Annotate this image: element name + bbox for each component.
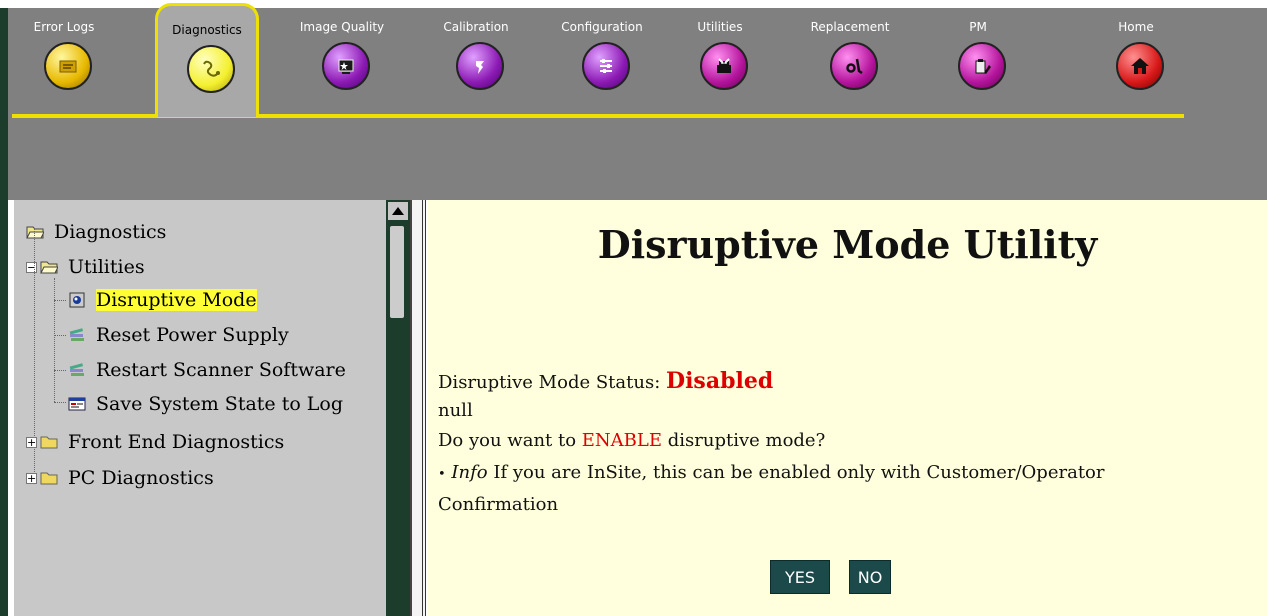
tree-guide (54, 402, 66, 403)
info-bullet: • (438, 467, 446, 482)
status-badge: Disabled (666, 368, 774, 394)
scroll-thumb[interactable] (390, 226, 404, 318)
open-folder-icon (26, 226, 44, 239)
tree-node-front-end-diagnostics[interactable]: + Front End Diagnostics (26, 428, 284, 456)
tree-item-save-system-state[interactable]: Save System State to Log (68, 390, 343, 418)
tab-configuration[interactable]: Configuration (550, 0, 654, 112)
image-quality-icon[interactable] (322, 42, 370, 90)
content-pane: Disruptive Mode Utility Disruptive Mode … (428, 200, 1267, 616)
calibration-icon[interactable] (456, 42, 504, 90)
status-line: Disruptive Mode Status: Disabled (438, 368, 773, 394)
tree-label: Reset Power Supply (96, 324, 289, 346)
yes-button[interactable]: YES (770, 560, 830, 594)
expand-icon[interactable]: + (26, 436, 37, 448)
tree-label: Front End Diagnostics (68, 431, 285, 453)
error-log-icon[interactable] (44, 42, 92, 90)
tree-item-restart-scanner-software[interactable]: Restart Scanner Software (68, 356, 346, 384)
tab-error-logs[interactable]: Error Logs (12, 0, 116, 112)
diagnostics-icon[interactable] (187, 45, 235, 93)
info-label: Info (451, 462, 488, 483)
tree-label: Restart Scanner Software (96, 359, 346, 381)
tab-label: Configuration (561, 20, 643, 34)
tree-node-pc-diagnostics[interactable]: + PC Diagnostics (26, 464, 214, 492)
tab-label: Error Logs (33, 20, 95, 34)
pm-icon[interactable] (958, 42, 1006, 90)
no-button[interactable]: NO (849, 560, 891, 594)
replacement-icon[interactable] (830, 42, 878, 90)
tree-guide (54, 278, 55, 402)
tree-guide (54, 335, 66, 336)
disruptive-mode-icon (69, 292, 85, 308)
home-icon[interactable] (1116, 42, 1164, 90)
tree-item-disruptive-mode[interactable]: Disruptive Mode (68, 286, 257, 314)
navigation-tree: Diagnostics − Utilities Disruptive Mode … (14, 200, 386, 616)
tab-label: Home (1118, 20, 1154, 34)
question-emphasis: ENABLE (581, 430, 663, 451)
tab-label: Replacement (810, 20, 890, 34)
tab-pm[interactable]: PM (926, 0, 1030, 112)
log-window-icon (68, 397, 86, 411)
books-icon (69, 363, 84, 376)
null-text: null (438, 400, 473, 421)
tab-label: Image Quality (299, 20, 385, 34)
folder-icon (40, 436, 58, 449)
tree-label: Save System State to Log (96, 393, 344, 415)
tree-scrollbar[interactable] (386, 200, 410, 616)
tree-root-diagnostics[interactable]: Diagnostics (26, 218, 166, 246)
info-text: If you are InSite, this can be enabled o… (487, 462, 1105, 483)
tab-strip: Error Logs Diagnostics Image Quality Cal… (12, 0, 1192, 117)
question-post: disruptive mode? (662, 430, 826, 451)
expand-icon[interactable]: + (26, 472, 37, 484)
tab-label: Utilities (697, 20, 743, 34)
info-line: • Info If you are InSite, this can be en… (438, 462, 1105, 483)
open-folder-icon (40, 261, 58, 274)
question-text: Do you want to ENABLE disruptive mode? (438, 430, 825, 451)
tree-guide (54, 370, 66, 371)
utilities-icon[interactable] (700, 42, 748, 90)
tree-label: Disruptive Mode (96, 289, 257, 311)
tab-home[interactable]: Home (1084, 0, 1188, 112)
tree-guide (54, 300, 66, 301)
tab-label: PM (969, 20, 987, 34)
folder-icon (40, 472, 58, 485)
pane-divider[interactable] (410, 200, 426, 616)
scroll-up-icon[interactable] (388, 202, 408, 220)
page-title: Disruptive Mode Utility (597, 222, 1098, 267)
tab-image-quality[interactable]: Image Quality (290, 0, 394, 112)
books-icon (69, 328, 84, 341)
tab-utilities[interactable]: Utilities (668, 0, 772, 112)
tab-diagnostics[interactable]: Diagnostics (155, 3, 259, 117)
collapse-icon[interactable]: − (26, 261, 37, 273)
info-line-2: Confirmation (438, 494, 559, 515)
tree-label: PC Diagnostics (68, 467, 214, 489)
status-label: Disruptive Mode Status: (438, 372, 666, 393)
tree-label: Diagnostics (54, 221, 167, 243)
tab-replacement[interactable]: Replacement (798, 0, 902, 112)
tree-item-reset-power-supply[interactable]: Reset Power Supply (68, 321, 289, 349)
tree-node-utilities[interactable]: − Utilities (26, 253, 145, 281)
tab-calibration[interactable]: Calibration (424, 0, 528, 112)
question-pre: Do you want to (438, 430, 582, 451)
window-left-edge (0, 8, 8, 616)
configuration-icon[interactable] (582, 42, 630, 90)
tree-label: Utilities (68, 256, 145, 278)
tab-label: Calibration (443, 20, 509, 34)
tab-label: Diagnostics (172, 23, 242, 37)
